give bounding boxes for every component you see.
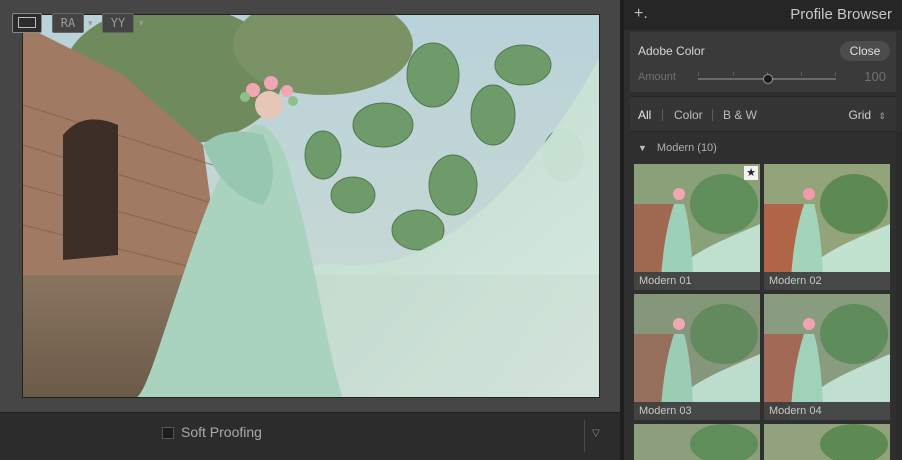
filter-color[interactable]: Color <box>674 108 703 122</box>
profile-browser-panel: +. Profile Browser Adobe Color Close Amo… <box>620 0 902 460</box>
group-label: Modern (10) <box>656 142 717 154</box>
add-profile-icon[interactable]: +. <box>634 5 648 23</box>
current-profile-section: Adobe Color Close Amount 100 <box>630 32 896 92</box>
photo-preview[interactable] <box>22 14 600 398</box>
amount-value[interactable]: 100 <box>864 69 886 84</box>
profile-thumb-partial[interactable] <box>764 424 890 460</box>
profile-name: Adobe Color <box>638 44 705 58</box>
photo-image <box>23 15 599 397</box>
loupe-icon <box>18 17 36 28</box>
profile-thumb-partial[interactable] <box>634 424 760 460</box>
profile-thumb-modern-04[interactable]: Modern 04 <box>764 294 890 420</box>
amount-label: Amount <box>638 71 676 83</box>
filter-separator <box>662 109 663 121</box>
filter-separator <box>712 109 713 121</box>
bottom-toolbar <box>0 412 620 460</box>
thumb-image <box>634 424 760 460</box>
filter-bw[interactable]: B & W <box>723 108 757 122</box>
dropdown-caret-icon: ⇕ <box>878 111 886 121</box>
filter-all[interactable]: All <box>638 108 651 122</box>
compare-view-caret-icon[interactable]: ▾ <box>139 18 144 29</box>
soft-proofing-label[interactable]: Soft Proofing <box>181 424 262 440</box>
view-mode-label: Grid <box>848 108 872 122</box>
thumb-label: Modern 03 <box>634 402 760 420</box>
main-view <box>0 0 620 460</box>
soft-proofing-checkbox[interactable] <box>162 427 174 439</box>
collapse-triangle-icon[interactable]: ▼ <box>638 143 647 153</box>
thumb-label: Modern 04 <box>764 402 890 420</box>
view-mode-dropdown[interactable]: Grid ⇕ <box>848 108 886 122</box>
thumb-image <box>764 424 890 460</box>
profile-filter-bar: All Color B & W Grid ⇕ <box>630 96 896 132</box>
profile-thumb-modern-03[interactable]: Modern 03 <box>634 294 760 420</box>
favorite-star-icon[interactable]: ★ <box>744 166 758 180</box>
compare-view-button[interactable]: YY <box>102 13 134 33</box>
thumb-label: Modern 01 <box>634 272 760 290</box>
panel-title: Profile Browser <box>790 6 892 23</box>
slider-tick <box>733 72 734 76</box>
thumb-label: Modern 02 <box>764 272 890 290</box>
panel-header: +. Profile Browser <box>624 0 902 30</box>
before-after-caret-icon[interactable]: ▾ <box>88 18 93 29</box>
slider-tick <box>801 72 802 76</box>
toolbar-divider <box>584 420 585 452</box>
close-button[interactable]: Close <box>840 41 890 61</box>
before-after-button[interactable]: RA <box>52 13 84 33</box>
lightroom-window: RA ▾ YY ▾ Soft Proofing ▽ +. Profile Bro… <box>0 0 902 460</box>
profile-thumb-modern-01[interactable]: ★ Modern 01 <box>634 164 760 290</box>
panel-scrollbar[interactable] <box>896 132 902 460</box>
loupe-view-button[interactable] <box>12 13 42 33</box>
amount-slider-thumb[interactable] <box>763 74 773 84</box>
slider-tick <box>698 72 699 76</box>
profile-group-header[interactable]: ▼ Modern (10) <box>638 142 717 154</box>
profile-thumb-modern-02[interactable]: Modern 02 <box>764 164 890 290</box>
toolbar-menu-icon[interactable]: ▽ <box>592 428 600 439</box>
slider-tick <box>835 72 836 76</box>
